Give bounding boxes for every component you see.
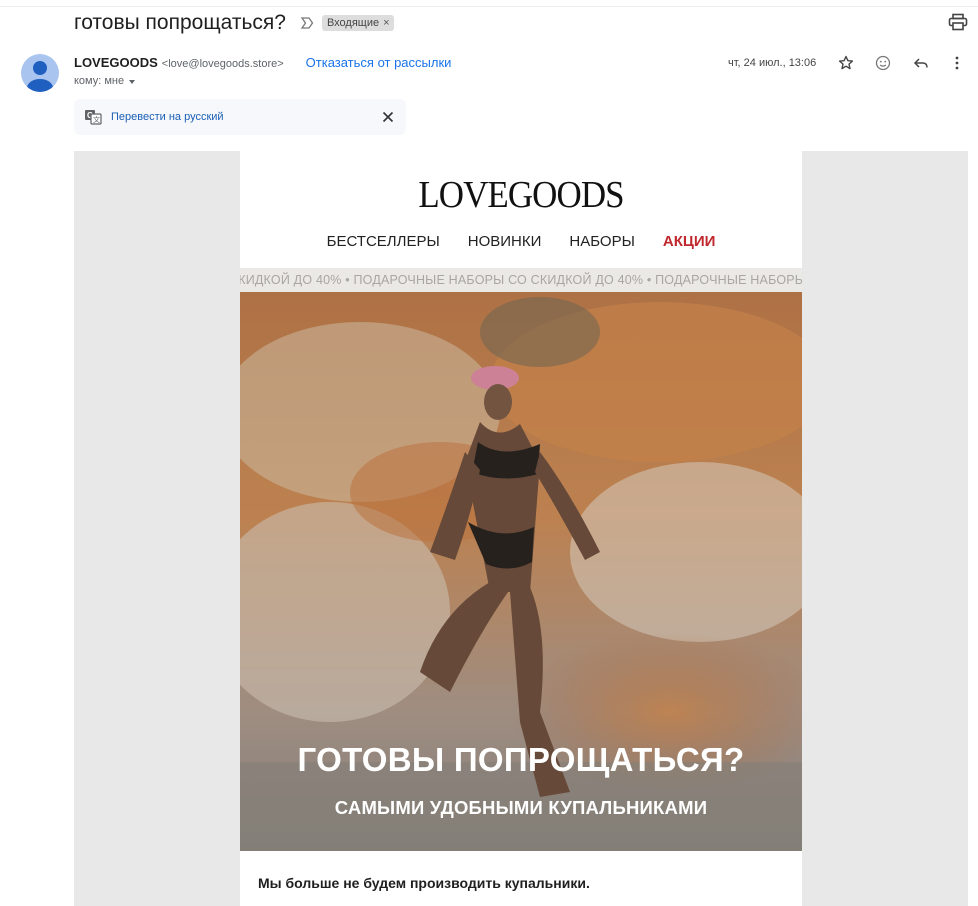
promo-marquee-text: СКИДКОЙ ДО 40% • ПОДАРОЧНЫЕ НАБОРЫ СО СК… [240,273,802,287]
subject-row: готовы попрощаться? Входящие × [74,10,394,36]
promo-marquee: СКИДКОЙ ДО 40% • ПОДАРОЧНЫЕ НАБОРЫ СО СК… [240,268,802,292]
hero-subtitle: САМЫМИ УДОБНЫМИ КУПАЛЬНИКАМИ [334,797,708,818]
email-nav: БЕСТСЕЛЛЕРЫ НОВИНКИ НАБОРЫ АКЦИИ [240,233,802,250]
chevron-down-icon[interactable] [129,79,136,84]
top-divider [0,6,978,7]
hero-title: ГОТОВЫ ПОПРОЩАТЬСЯ? [297,741,745,778]
inbox-label-chip[interactable]: Входящие × [321,15,394,31]
sender-email: <love@lovegoods.store> [161,58,284,70]
recipient-row: кому: мне [74,75,136,87]
star-icon[interactable] [837,54,855,72]
email-subject: готовы попрощаться? [74,11,286,34]
printer-icon[interactable] [948,13,968,31]
brand-logo[interactable]: LOVEGOODS [262,173,779,217]
nav-sale[interactable]: АКЦИИ [663,233,716,250]
close-icon[interactable] [379,108,397,126]
more-vertical-icon[interactable] [948,54,966,72]
email-content: LOVEGOODS БЕСТСЕЛЛЕРЫ НОВИНКИ НАБОРЫ АКЦ… [240,151,802,906]
email-body-text: Мы больше не будем производить купальник… [258,875,590,891]
svg-text:文: 文 [93,115,100,124]
translate-bar: G文 Перевести на русский [74,99,406,135]
sender-name: LOVEGOODS [74,55,158,70]
sender-avatar[interactable] [21,54,59,92]
nav-sets[interactable]: НАБОРЫ [569,233,634,250]
reply-icon[interactable] [912,54,930,72]
recipient-text: кому: мне [74,75,125,87]
nav-bestsellers[interactable]: БЕСТСЕЛЛЕРЫ [327,233,440,250]
remove-label-button[interactable]: × [383,17,389,29]
email-date: чт, 24 июл., 13:06 [728,57,817,69]
hero-banner[interactable]: ГОТОВЫ ПОПРОЩАТЬСЯ? САМЫМИ УДОБНЫМИ КУПА… [240,292,802,851]
inbox-label-text: Входящие [326,17,380,29]
unsubscribe-link[interactable]: Отказаться от рассылки [306,55,452,70]
importance-marker-icon[interactable] [300,16,314,30]
emoji-icon[interactable] [874,54,892,72]
translate-icon: G文 [84,108,102,126]
nav-new[interactable]: НОВИНКИ [468,233,542,250]
sender-row: LOVEGOODS <love@lovegoods.store> Отказат… [74,55,451,70]
translate-link[interactable]: Перевести на русский [111,111,224,123]
